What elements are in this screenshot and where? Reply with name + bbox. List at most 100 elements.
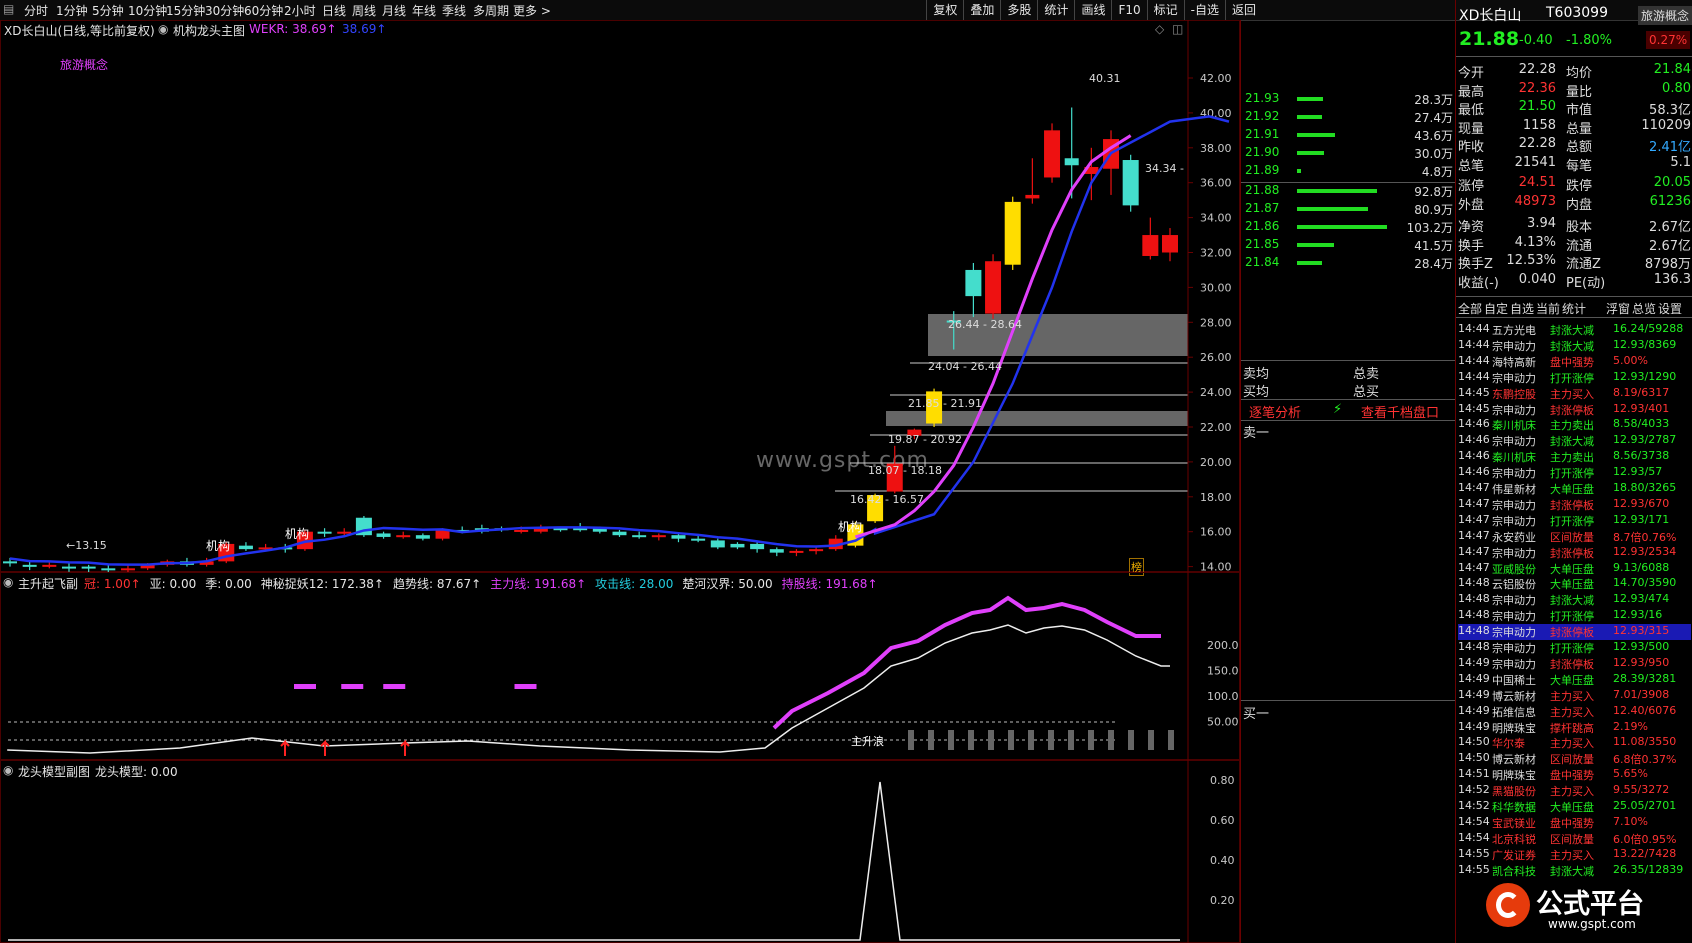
trade-row[interactable]: 14:44 五方光电 封涨大减 16.24/59288	[1458, 322, 1691, 338]
trade-row[interactable]: 14:52 黑猫股份 主力买入 9.55/3272	[1458, 783, 1691, 799]
period-tab-4[interactable]: 15分钟	[166, 2, 205, 19]
trade-row[interactable]: 14:47 伟星新材 大单压盘 18.80/3265	[1458, 481, 1691, 497]
info-tab-6[interactable]: 总览	[1632, 300, 1656, 317]
period-tab-12[interactable]: 季线	[442, 2, 466, 19]
trade-row[interactable]: 14:46 秦川机床 主力卖出 8.56/3738	[1458, 449, 1691, 465]
trade-stock: 广发证券	[1492, 848, 1536, 862]
trade-row[interactable]: 14:49 宗申动力 封涨停板 12.93/950	[1458, 656, 1691, 672]
trade-row[interactable]: 14:55 凯合科技 封涨大减 26.35/12839	[1458, 863, 1691, 879]
info-tab-1[interactable]: 自定	[1484, 300, 1508, 317]
period-tab-2[interactable]: 5分钟	[92, 2, 124, 19]
trade-row[interactable]: 14:49 中国稀土 大单压盘 28.39/3281	[1458, 672, 1691, 688]
bid-row[interactable]: 21.84 28.4万	[1245, 254, 1453, 272]
period-tab-1[interactable]: 1分钟	[56, 2, 88, 19]
period-tab-13[interactable]: 多周期	[473, 2, 509, 19]
trade-row[interactable]: 14:49 明牌珠宝 撑杆跳高 2.19%	[1458, 720, 1691, 736]
sub1-y-tick: 200.0	[1207, 639, 1239, 652]
toolbar-action-6[interactable]: 标记	[1146, 0, 1184, 20]
toolbar-action-3[interactable]: 统计	[1037, 0, 1074, 20]
analysis-button[interactable]: 逐笔分析	[1249, 402, 1301, 421]
info-row: 今开 22.28 均价 21.84	[1458, 62, 1691, 81]
sub2-y-tick: 0.20	[1210, 894, 1235, 907]
ask-volume: 30.0万	[1414, 147, 1453, 161]
trade-row[interactable]: 14:46 宗申动力 打开涨停 12.93/57	[1458, 465, 1691, 481]
period-tab-8[interactable]: 日线	[322, 2, 346, 19]
trade-row[interactable]: 14:52 科华数据 大单压盘 25.05/2701	[1458, 799, 1691, 815]
info-value: 0.80	[1662, 80, 1691, 96]
toolbar-action-4[interactable]: 画线	[1074, 0, 1111, 20]
toolbar-action-2[interactable]: 多股	[1000, 0, 1037, 20]
sell1-label: 卖一	[1243, 426, 1270, 441]
trade-row[interactable]: 14:45 东鹏控股 主力买入 8.19/6317	[1458, 386, 1691, 402]
info-tab-7[interactable]: 设置	[1658, 300, 1682, 317]
info-tab-5[interactable]: 浮窗	[1606, 300, 1630, 317]
trade-row[interactable]: 14:49 博云新材 主力买入 7.01/3908	[1458, 688, 1691, 704]
trade-row[interactable]: 14:48 宗申动力 封涨停板 12.93/315	[1458, 624, 1691, 641]
trade-row[interactable]: 14:48 云铝股份 大单压盘 14.70/3590	[1458, 576, 1691, 592]
info-tab-2[interactable]: 自选	[1510, 300, 1534, 317]
info-tab-3[interactable]: 当前	[1536, 300, 1560, 317]
period-tab-0[interactable]: 分时	[24, 2, 48, 19]
period-tab-6[interactable]: 60分钟	[244, 2, 283, 19]
bid-volume-bar	[1297, 243, 1334, 247]
trade-row[interactable]: 14:50 博云新材 区间放量 6.8倍0.37%	[1458, 751, 1691, 767]
trade-row[interactable]: 14:50 华尔泰 主力买入 11.08/3550	[1458, 735, 1691, 751]
trade-row[interactable]: 14:54 宝武镁业 盘中强势 7.10%	[1458, 815, 1691, 831]
ask-row[interactable]: 21.90 30.0万	[1245, 144, 1453, 162]
period-tab-14[interactable]: 更多 >	[513, 2, 551, 19]
candle-body	[769, 549, 784, 553]
period-tab-9[interactable]: 周线	[352, 2, 376, 19]
info-tab-0[interactable]: 全部	[1458, 300, 1482, 317]
ask-row[interactable]: 21.89 4.8万	[1245, 162, 1453, 180]
period-tab-3[interactable]: 10分钟	[128, 2, 167, 19]
trade-row[interactable]: 14:47 永安药业 区间放量 8.7倍0.76%	[1458, 529, 1691, 545]
bid-row[interactable]: 21.87 80.9万	[1245, 200, 1453, 218]
main-y-ticks: 42.0040.0038.0036.0034.0032.0030.0028.00…	[1188, 72, 1232, 572]
candle-body	[1044, 130, 1061, 178]
trade-row[interactable]: 14:49 拓维信息 主力买入 12.40/6076	[1458, 704, 1691, 720]
period-tab-5[interactable]: 30分钟	[205, 2, 244, 19]
bid-row[interactable]: 21.85 41.5万	[1245, 236, 1453, 254]
trade-row[interactable]: 14:48 宗申动力 打开涨停 12.93/16	[1458, 608, 1691, 624]
trade-row[interactable]: 14:45 宗申动力 封涨停板 12.93/401	[1458, 402, 1691, 418]
trade-row[interactable]: 14:48 宗申动力 封涨大减 12.93/474	[1458, 592, 1691, 608]
trade-time: 14:49	[1458, 655, 1490, 669]
toolbar-action-8[interactable]: 返回	[1224, 0, 1262, 20]
trade-row[interactable]: 14:54 北京科锐 区间放量 6.0倍0.95%	[1458, 831, 1691, 847]
trade-row[interactable]: 14:55 广发证券 主力买入 13.22/7428	[1458, 847, 1691, 863]
trade-stock: 拓维信息	[1492, 705, 1536, 719]
toolbar-action-5[interactable]: F10	[1111, 0, 1146, 20]
period-tab-11[interactable]: 年线	[412, 2, 436, 19]
trade-row[interactable]: 14:47 宗申动力 封涨停板 12.93/670	[1458, 497, 1691, 513]
toolbar-action-0[interactable]: 复权	[926, 0, 963, 20]
trade-row[interactable]: 14:44 海特高新 盘中强势 5.00%	[1458, 354, 1691, 370]
info-value: 0.040	[1518, 271, 1556, 287]
info-tab-4[interactable]: 统计	[1562, 300, 1586, 317]
info-row: 现量 1158 总量 110209	[1458, 118, 1691, 137]
toolbar-action-1[interactable]: 叠加	[963, 0, 1000, 20]
trade-row[interactable]: 14:51 明牌珠宝 盘中强势 5.65%	[1458, 767, 1691, 783]
ask-row[interactable]: 21.93 28.3万	[1245, 90, 1453, 108]
depth-button[interactable]: 查看千档盘口	[1361, 402, 1439, 421]
trade-row[interactable]: 14:47 亚威股份 大单压盘 9.13/6088	[1458, 561, 1691, 577]
ask-row[interactable]: 21.92 27.4万	[1245, 108, 1453, 126]
trade-value: 12.93/2787	[1613, 433, 1677, 447]
menu-icon[interactable]: ▤	[3, 2, 14, 16]
toolbar-action-7[interactable]: -自选	[1183, 0, 1225, 20]
period-tab-7[interactable]: 2小时	[284, 2, 316, 19]
trade-row[interactable]: 14:44 宗申动力 封涨大减 12.93/8369	[1458, 338, 1691, 354]
trade-row[interactable]: 14:47 宗申动力 封涨停板 12.93/2534	[1458, 545, 1691, 561]
trade-value: 12.40/6076	[1613, 703, 1677, 717]
ask-row[interactable]: 21.91 43.6万	[1245, 126, 1453, 144]
period-tab-10[interactable]: 月线	[382, 2, 406, 19]
bid-row[interactable]: 21.88 92.8万	[1245, 182, 1453, 200]
concept-badge[interactable]: 旅游概念	[1638, 6, 1692, 25]
trade-row[interactable]: 14:48 宗申动力 打开涨停 12.93/500	[1458, 640, 1691, 656]
trade-row[interactable]: 14:46 宗申动力 封涨大减 12.93/2787	[1458, 433, 1691, 449]
trade-row[interactable]: 14:47 宗申动力 打开涨停 12.93/171	[1458, 513, 1691, 529]
trade-value: 12.93/16	[1613, 608, 1663, 622]
trade-row[interactable]: 14:44 宗申动力 打开涨停 12.93/1290	[1458, 370, 1691, 386]
trade-row[interactable]: 14:46 秦川机床 主力卖出 8.58/4033	[1458, 417, 1691, 433]
trade-value: 6.0倍0.95%	[1613, 832, 1677, 846]
bid-row[interactable]: 21.86 103.2万	[1245, 218, 1453, 236]
